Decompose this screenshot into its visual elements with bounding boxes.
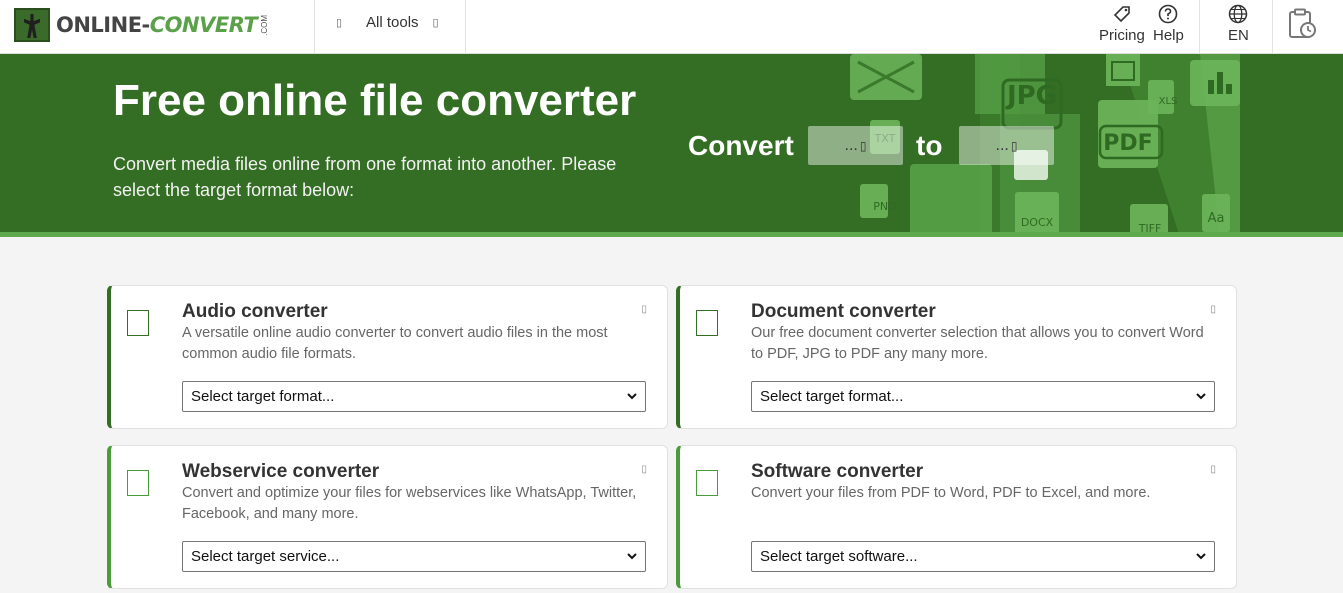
source-format-button[interactable]: ... ▯ xyxy=(808,126,903,165)
chevron-down-icon xyxy=(627,553,637,560)
page-title: Free online file converter xyxy=(113,76,637,125)
card-title[interactable]: Audio converter xyxy=(182,301,328,323)
bookmark-icon[interactable]: ▯ xyxy=(641,304,647,315)
target-format-button[interactable]: ... ▯ xyxy=(959,126,1054,165)
pdf-label: PDF xyxy=(1103,131,1152,156)
price-tag-icon xyxy=(1113,6,1130,23)
card-title[interactable]: Software converter xyxy=(751,461,923,483)
language-switcher[interactable]: EN xyxy=(1228,4,1249,44)
docx-label: DOCX xyxy=(1021,216,1054,229)
help-link[interactable]: Help xyxy=(1153,4,1184,44)
pricing-link[interactable]: Pricing xyxy=(1099,4,1145,44)
card-title[interactable]: Webservice converter xyxy=(182,461,379,483)
all-tools-menu[interactable]: ▯ All tools ▯ xyxy=(336,14,449,31)
webservice-converter-card: Webservice converter Convert and optimiz… xyxy=(107,445,668,589)
target-format-value: ... xyxy=(995,136,1009,154)
software-converter-card: Software converter Convert your files fr… xyxy=(676,445,1237,589)
site-logo[interactable]: ONLINE-CONVERT .COM xyxy=(14,8,269,42)
page-subtitle: Convert media files online from one form… xyxy=(113,154,617,200)
grid-icon: ▯ xyxy=(336,17,343,29)
chevron-down-icon xyxy=(627,393,637,400)
audio-target-format-select[interactable]: Select target format... xyxy=(182,381,646,412)
webservice-target-select[interactable]: Select target service... xyxy=(182,541,646,572)
convert-label: Convert xyxy=(688,130,794,161)
hero-bottom-strip xyxy=(0,232,1343,237)
chevron-down-icon xyxy=(1196,553,1206,560)
audio-converter-card: Audio converter A versatile online audio… xyxy=(107,285,668,429)
source-format-value: ... xyxy=(844,136,858,154)
divider xyxy=(1199,0,1200,54)
bookmark-icon[interactable]: ▯ xyxy=(1210,304,1216,315)
clipboard-clock-icon xyxy=(1289,8,1316,38)
logo-wordmark: ONLINE-CONVERT xyxy=(56,13,258,37)
jpg-label: JPG xyxy=(1005,81,1057,111)
software-icon xyxy=(696,470,718,496)
chevron-down-icon: ▯ xyxy=(1010,138,1018,153)
language-label: EN xyxy=(1228,27,1249,44)
audio-icon xyxy=(127,310,149,336)
card-description: Convert and optimize your files for webs… xyxy=(182,485,637,522)
all-tools-label: All tools xyxy=(366,14,419,31)
webservice-icon xyxy=(127,470,149,496)
card-description: Our free document converter selection th… xyxy=(751,325,1204,362)
divider xyxy=(314,0,315,54)
history-button[interactable] xyxy=(1287,8,1317,43)
card-title[interactable]: Document converter xyxy=(751,301,936,323)
xls-label: XLS xyxy=(1159,96,1178,107)
select-value: Select target format... xyxy=(191,388,335,405)
card-description: Convert your files from PDF to Word, PDF… xyxy=(751,485,1151,501)
top-navigation-bar: ONLINE-CONVERT .COM ▯ All tools ▯ Pricin… xyxy=(0,0,1343,54)
bookmark-icon[interactable]: ▯ xyxy=(1210,464,1216,475)
document-icon xyxy=(696,310,718,336)
bookmark-icon[interactable]: ▯ xyxy=(641,464,647,475)
select-value: Select target format... xyxy=(760,388,904,405)
select-value: Select target software... xyxy=(760,548,918,565)
help-icon xyxy=(1159,4,1178,24)
chevron-down-icon: ▯ xyxy=(432,17,439,29)
document-converter-card: Document converter Our free document con… xyxy=(676,285,1237,429)
divider xyxy=(1272,0,1273,54)
logo-com: .COM xyxy=(260,14,270,36)
divider xyxy=(465,0,466,54)
logo-emblem xyxy=(14,8,50,42)
chevron-down-icon: ▯ xyxy=(859,138,867,153)
select-value: Select target service... xyxy=(191,548,340,565)
to-label: to xyxy=(916,130,943,161)
pricing-label: Pricing xyxy=(1099,27,1145,44)
font-label: Aa xyxy=(1208,211,1225,226)
card-description: A versatile online audio converter to co… xyxy=(182,325,608,362)
chevron-down-icon xyxy=(1196,393,1206,400)
help-label: Help xyxy=(1153,27,1184,44)
globe-icon xyxy=(1229,4,1248,24)
software-target-select[interactable]: Select target software... xyxy=(751,541,1215,572)
png-label: PNG xyxy=(873,200,896,213)
document-target-format-select[interactable]: Select target format... xyxy=(751,381,1215,412)
hero-banner: TXT JPG XLS PDF PNG DOCX TIFF Aa Free on… xyxy=(0,54,1343,237)
